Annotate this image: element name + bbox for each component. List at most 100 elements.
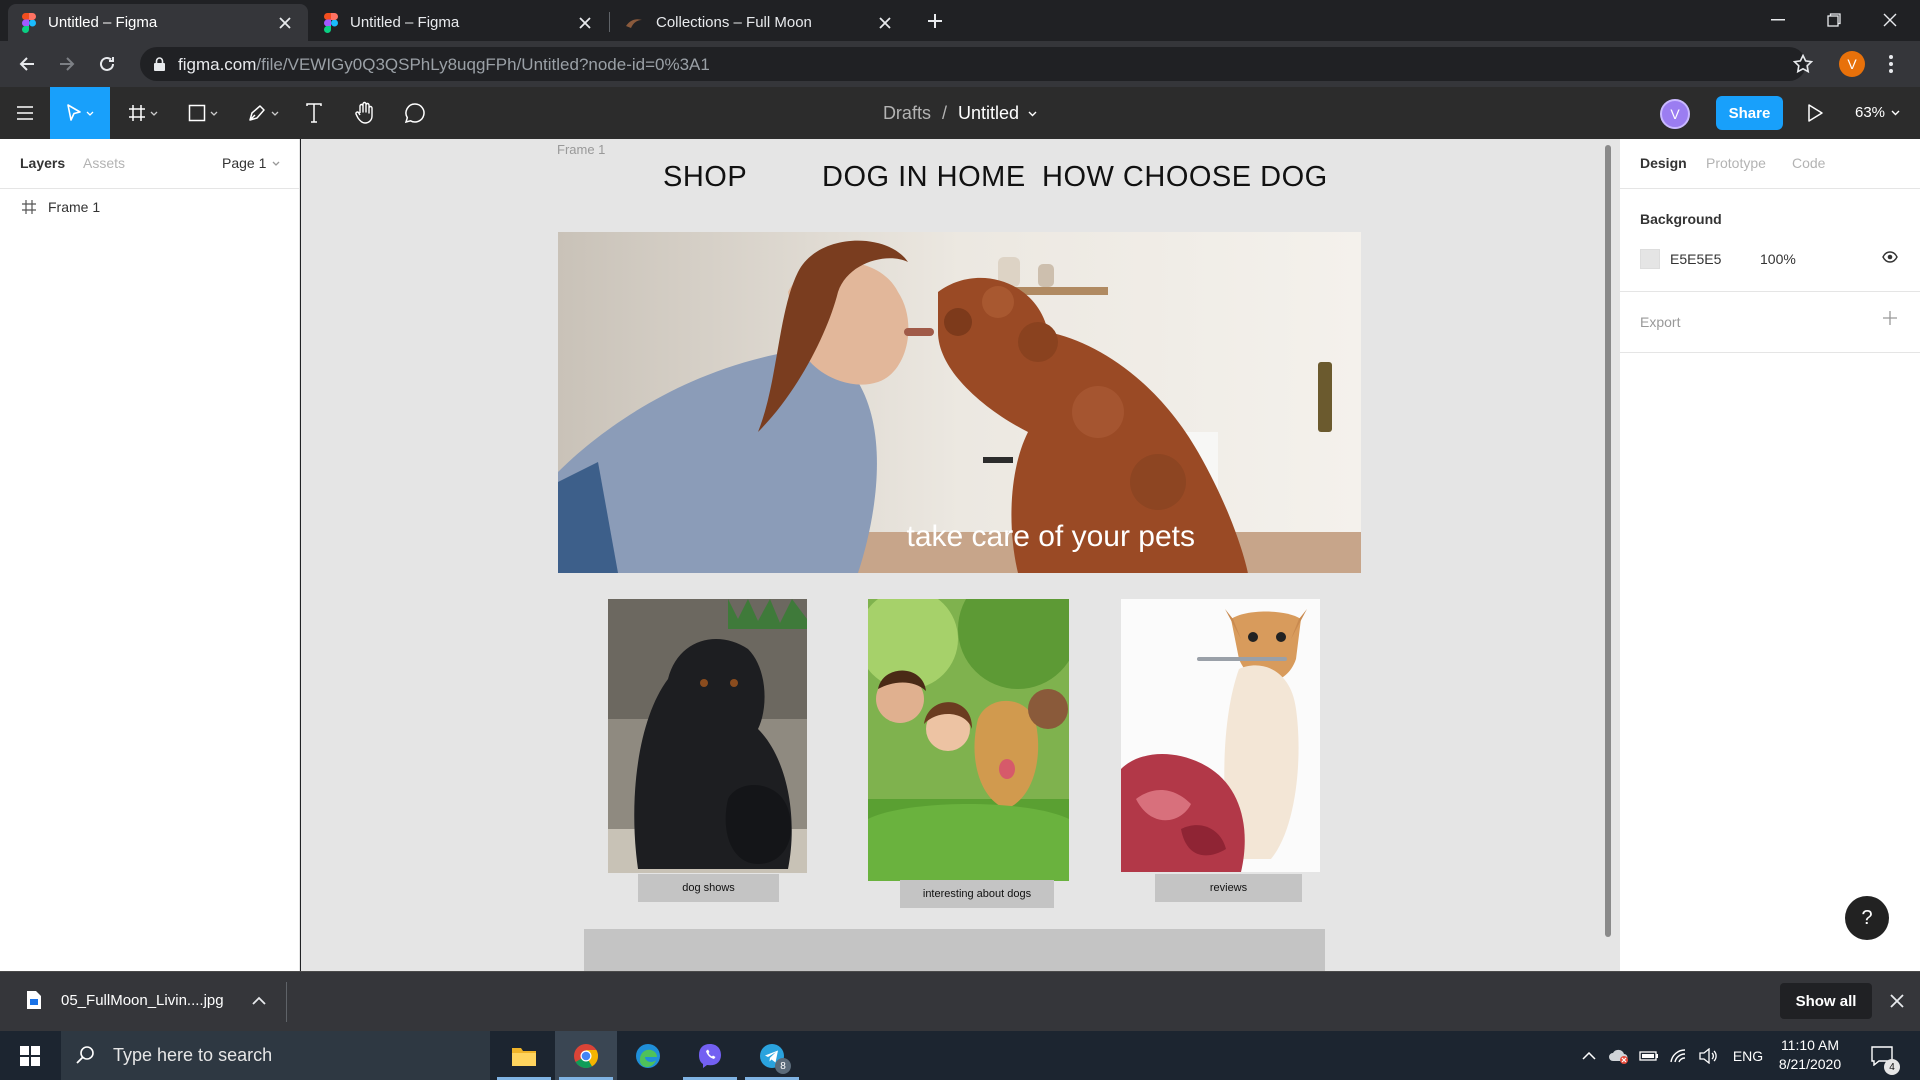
help-button[interactable]: ?: [1845, 896, 1889, 940]
chevron-down-icon: [1891, 110, 1900, 115]
chihuahua-with-meat-photo: [1121, 599, 1320, 872]
share-button[interactable]: Share: [1716, 96, 1783, 130]
background-opacity-input[interactable]: 100%: [1760, 251, 1796, 267]
right-panel-tabs: Design Prototype Code: [1620, 139, 1920, 189]
taskbar-chrome[interactable]: [555, 1031, 617, 1080]
tab-layers[interactable]: Layers: [20, 155, 65, 171]
zoom-level: 63%: [1855, 104, 1886, 121]
browser-tab-full-moon[interactable]: Collections – Full Moon: [610, 4, 908, 41]
left-panel-tabs: Layers Assets Page 1: [0, 139, 300, 189]
action-center-button[interactable]: 4: [1862, 1031, 1902, 1080]
add-export-button[interactable]: [1882, 310, 1898, 326]
forward-button[interactable]: [52, 49, 82, 79]
tab-title: Collections – Full Moon: [656, 14, 812, 31]
card-image-interesting[interactable]: [868, 599, 1069, 881]
close-tab-icon[interactable]: [876, 14, 894, 32]
tab-title: Untitled – Figma: [350, 14, 460, 31]
tab-prototype[interactable]: Prototype: [1706, 155, 1766, 171]
chevron-up-icon[interactable]: [252, 996, 266, 1005]
design-canvas[interactable]: Frame 1 SHOP DOG IN HOME HOW CHOOSE DOG: [301, 139, 1619, 971]
clock-date: 8/21/2020: [1778, 1056, 1842, 1072]
breadcrumb-separator: /: [941, 103, 947, 123]
battery-icon[interactable]: [1636, 1031, 1662, 1080]
download-file-name[interactable]: 05_FullMoon_Livin....jpg: [61, 992, 224, 1009]
page-dropdown[interactable]: Page 1: [222, 155, 280, 171]
hero-image[interactable]: take care of your pets: [558, 232, 1361, 573]
user-avatar[interactable]: V: [1660, 99, 1690, 129]
close-icon: [1883, 13, 1897, 27]
download-shelf: 05_FullMoon_Livin....jpg Show all: [0, 971, 1920, 1031]
close-downloads-icon[interactable]: [1890, 994, 1904, 1008]
url-host: figma.com: [178, 55, 257, 74]
card-label-interesting[interactable]: interesting about dogs: [900, 880, 1054, 908]
section-divider: [1620, 352, 1920, 353]
bookmark-star-icon[interactable]: [1793, 54, 1813, 74]
windows-logo-icon: [20, 1045, 40, 1066]
present-button[interactable]: [1806, 103, 1824, 123]
show-all-downloads-button[interactable]: Show all: [1780, 983, 1872, 1019]
nav-dog-in-home[interactable]: DOG IN HOME: [822, 161, 1026, 194]
volume-icon[interactable]: [1696, 1031, 1722, 1080]
wifi-icon[interactable]: [1666, 1031, 1692, 1080]
chevron-up-icon[interactable]: [1578, 1031, 1600, 1080]
taskbar-edge[interactable]: [617, 1031, 679, 1080]
figma-logo-icon: [324, 12, 338, 33]
tab-code[interactable]: Code: [1792, 155, 1825, 171]
image-file-icon: [26, 990, 42, 1010]
tab-design[interactable]: Design: [1640, 155, 1687, 171]
minimize-button[interactable]: [1750, 0, 1806, 40]
nav-shop[interactable]: SHOP: [663, 161, 747, 194]
browser-menu-icon[interactable]: [1888, 53, 1894, 75]
frame-label[interactable]: Frame 1: [557, 142, 605, 157]
onedrive-icon[interactable]: [1606, 1031, 1632, 1080]
start-button[interactable]: [0, 1031, 60, 1080]
export-section-title: Export: [1640, 314, 1681, 330]
eye-icon[interactable]: [1882, 251, 1898, 263]
footer-placeholder[interactable]: [584, 929, 1325, 971]
browser-tab-figma-active[interactable]: Untitled – Figma: [8, 4, 308, 41]
layer-item-frame-1[interactable]: Frame 1: [0, 191, 300, 223]
black-dogs-photo: [608, 599, 807, 873]
figma-logo-icon: [22, 12, 36, 33]
plus-icon: [928, 14, 942, 28]
taskbar-file-explorer[interactable]: [493, 1031, 555, 1080]
lock-icon: [154, 57, 165, 71]
browser-tab-figma[interactable]: Untitled – Figma: [310, 4, 608, 41]
viber-logo-icon: [699, 1043, 721, 1068]
back-button[interactable]: [12, 49, 42, 79]
address-bar[interactable]: figma.com/file/VEWIGy0Q3QSPhLy8uqgFPh/Un…: [140, 47, 1813, 81]
breadcrumb-drafts[interactable]: Drafts: [883, 103, 931, 123]
card-image-reviews[interactable]: [1121, 599, 1320, 872]
taskbar-search-box[interactable]: Type here to search: [61, 1031, 490, 1080]
download-separator: [286, 982, 287, 1022]
restore-icon: [1827, 13, 1841, 27]
profile-avatar[interactable]: V: [1839, 51, 1865, 77]
properties-panel: Design Prototype Code Background E5E5E5 …: [1619, 139, 1920, 971]
input-language[interactable]: ENG: [1728, 1031, 1768, 1080]
tab-assets[interactable]: Assets: [83, 155, 125, 171]
frame-hash-icon: [22, 200, 36, 214]
new-tab-button[interactable]: [921, 9, 949, 33]
page-name: Page 1: [222, 155, 267, 171]
card-image-dog-shows[interactable]: [608, 599, 807, 873]
clock-time: 11:10 AM: [1780, 1037, 1840, 1053]
close-tab-icon[interactable]: [576, 14, 594, 32]
close-window-button[interactable]: [1862, 0, 1918, 40]
file-name[interactable]: Untitled: [958, 103, 1019, 123]
nav-how-choose-dog[interactable]: HOW CHOOSE DOG: [1042, 161, 1328, 194]
taskbar-clock[interactable]: 11:10 AM 8/21/2020: [1775, 1036, 1845, 1074]
card-label-reviews[interactable]: reviews: [1155, 874, 1302, 902]
card-label-dog-shows[interactable]: dog shows: [638, 874, 779, 902]
reload-button[interactable]: [92, 49, 122, 79]
restore-button[interactable]: [1806, 0, 1862, 40]
background-hex-input[interactable]: E5E5E5: [1670, 251, 1721, 267]
minimize-icon: [1771, 19, 1785, 21]
close-tab-icon[interactable]: [276, 14, 294, 32]
taskbar-viber[interactable]: [679, 1031, 741, 1080]
url-text: figma.com/file/VEWIGy0Q3QSPhLy8uqgFPh/Un…: [178, 55, 710, 75]
canvas-scrollbar[interactable]: [1605, 145, 1611, 937]
zoom-dropdown[interactable]: 63%: [1855, 104, 1900, 121]
windows-taskbar: Type here to search 8 ENG 11:10 AM 8/21/…: [0, 1031, 1920, 1080]
taskbar-telegram[interactable]: 8: [741, 1031, 803, 1080]
background-color-swatch[interactable]: [1640, 249, 1660, 269]
